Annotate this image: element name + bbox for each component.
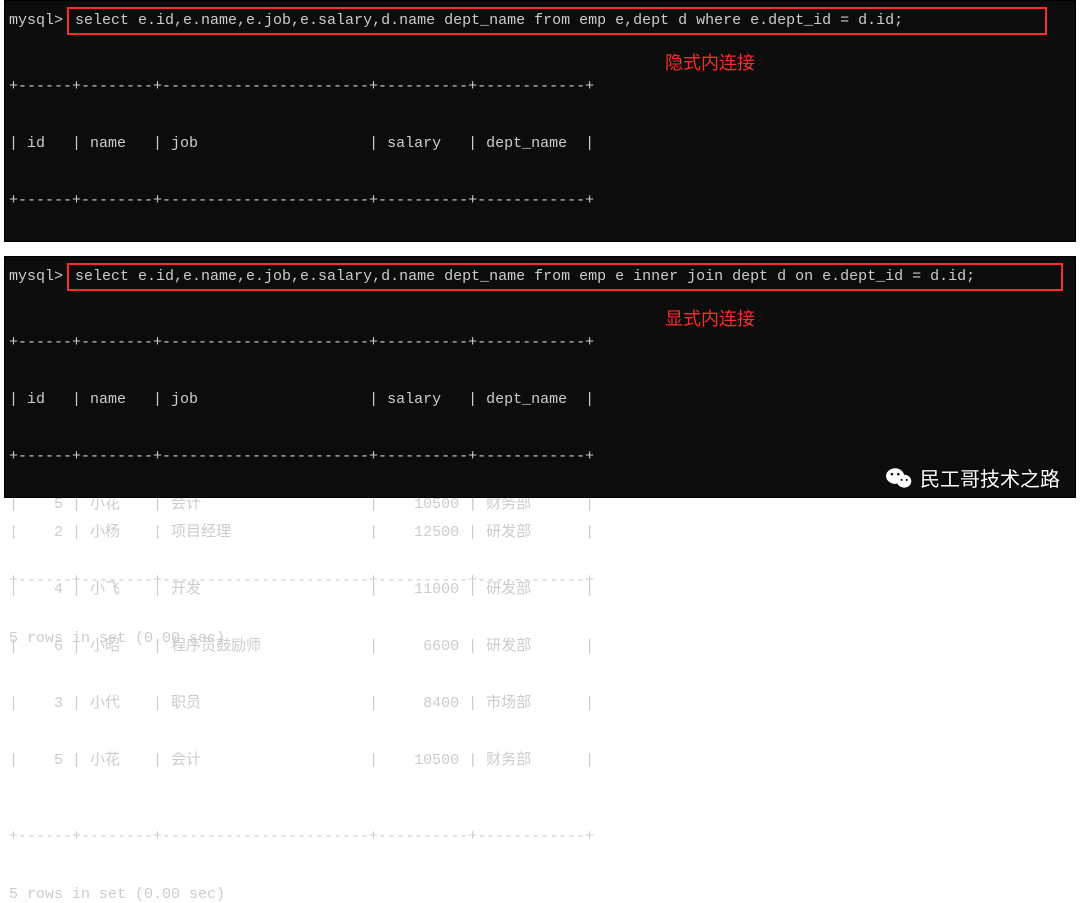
table-row: | 6 | 小昭| 程序员鼓励师| 6600 | 研发部 | <box>9 637 1075 656</box>
sql-statement-implicit-join[interactable]: select e.id,e.name,e.job,e.salary,d.name… <box>67 7 1047 35</box>
sql-prompt-row-bottom: mysql> select e.id,e.name,e.job,e.salary… <box>5 261 1075 293</box>
watermark: 民工哥技术之路 <box>886 463 1060 492</box>
table-row: | 2 | 小杨| 项目经理| 12500 | 研发部 | <box>9 523 1075 542</box>
table-row: | 4 | 小飞| 开发| 11000 | 研发部 | <box>9 580 1075 599</box>
result-table-bottom: +------+--------+-----------------------… <box>5 295 1075 884</box>
annotation-explicit-join: 显式内连接 <box>665 305 755 331</box>
table-row: | 3 | 小代| 职员| 8400 | 市场部 | <box>9 694 1075 713</box>
col-header-job: job <box>171 134 369 153</box>
table-row: | 5 | 小花| 会计| 10500 | 财务部 | <box>9 751 1075 770</box>
col-header-salary: salary <box>387 390 459 409</box>
table-border: +------+--------+-----------------------… <box>9 827 1075 846</box>
col-header-id: id <box>27 134 63 153</box>
table-header-row: | id | name| job| salary | dept_name | <box>9 134 1075 153</box>
col-header-salary: salary <box>387 134 459 153</box>
col-header-job: job <box>171 390 369 409</box>
col-header-name: name <box>90 390 153 409</box>
table-header-row: | id | name| job| salary | dept_name | <box>9 390 1075 409</box>
col-header-dept: dept_name <box>486 390 576 409</box>
result-status-bottom: 5 rows in set (0.00 sec) <box>5 886 1075 903</box>
sql-statement-explicit-join[interactable]: select e.id,e.name,e.job,e.salary,d.name… <box>67 263 1063 291</box>
table-border: +------+--------+-----------------------… <box>9 191 1075 210</box>
col-header-id: id <box>27 390 63 409</box>
col-header-dept: dept_name <box>486 134 576 153</box>
annotation-implicit-join: 隐式内连接 <box>665 49 755 75</box>
sql-prompt-row-top: mysql> select e.id,e.name,e.job,e.salary… <box>5 5 1075 37</box>
table-border: +------+--------+-----------------------… <box>9 77 1075 96</box>
col-header-name: name <box>90 134 153 153</box>
watermark-text: 民工哥技术之路 <box>920 463 1060 492</box>
wechat-icon <box>886 467 912 489</box>
mysql-prompt: mysql> <box>9 11 63 31</box>
terminal-panel-top: mysql> select e.id,e.name,e.job,e.salary… <box>4 0 1076 242</box>
terminal-panel-bottom: mysql> select e.id,e.name,e.job,e.salary… <box>4 256 1076 498</box>
mysql-prompt: mysql> <box>9 267 63 287</box>
table-border: +------+--------+-----------------------… <box>9 333 1075 352</box>
